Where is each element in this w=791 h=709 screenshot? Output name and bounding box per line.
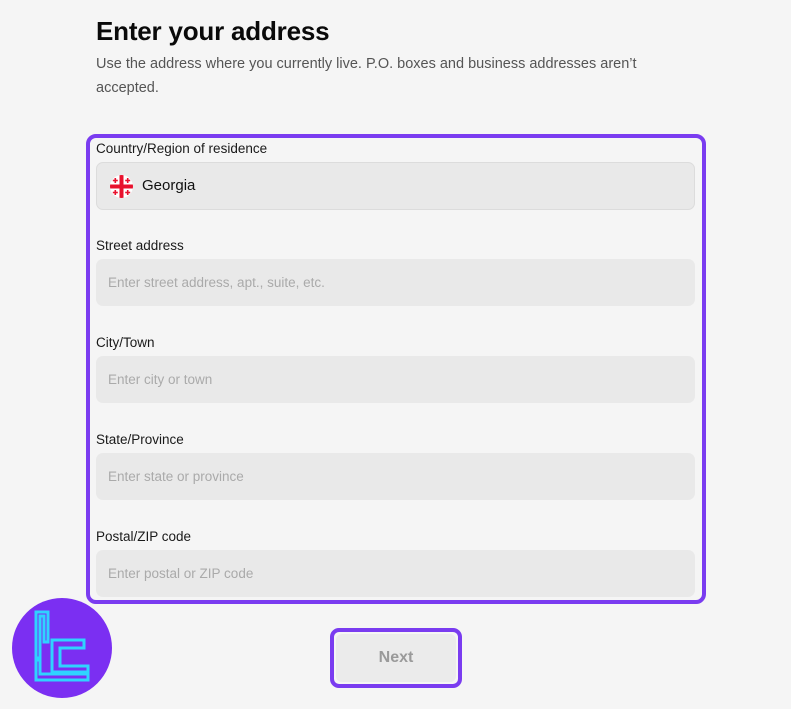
next-button[interactable]: Next bbox=[336, 634, 456, 682]
country-select[interactable]: Georgia bbox=[96, 162, 695, 210]
postal-input[interactable] bbox=[96, 550, 695, 597]
state-input[interactable] bbox=[96, 453, 695, 500]
page-title: Enter your address bbox=[96, 16, 330, 46]
page-subtitle: Use the address where you currently live… bbox=[96, 56, 637, 96]
postal-label: Postal/ZIP code bbox=[96, 529, 192, 544]
country-label: Country/Region of residence bbox=[96, 141, 268, 156]
postal-field bbox=[96, 550, 695, 597]
street-label: Street address bbox=[96, 238, 184, 253]
brand-logo bbox=[12, 598, 112, 698]
city-label: City/Town bbox=[96, 335, 155, 350]
city-input[interactable] bbox=[96, 356, 695, 403]
georgia-flag-icon bbox=[110, 175, 133, 198]
street-input[interactable] bbox=[96, 259, 695, 306]
city-field bbox=[96, 356, 695, 403]
state-field bbox=[96, 453, 695, 500]
country-value: Georgia bbox=[142, 177, 196, 194]
state-label: State/Province bbox=[96, 432, 184, 447]
street-field bbox=[96, 259, 695, 306]
